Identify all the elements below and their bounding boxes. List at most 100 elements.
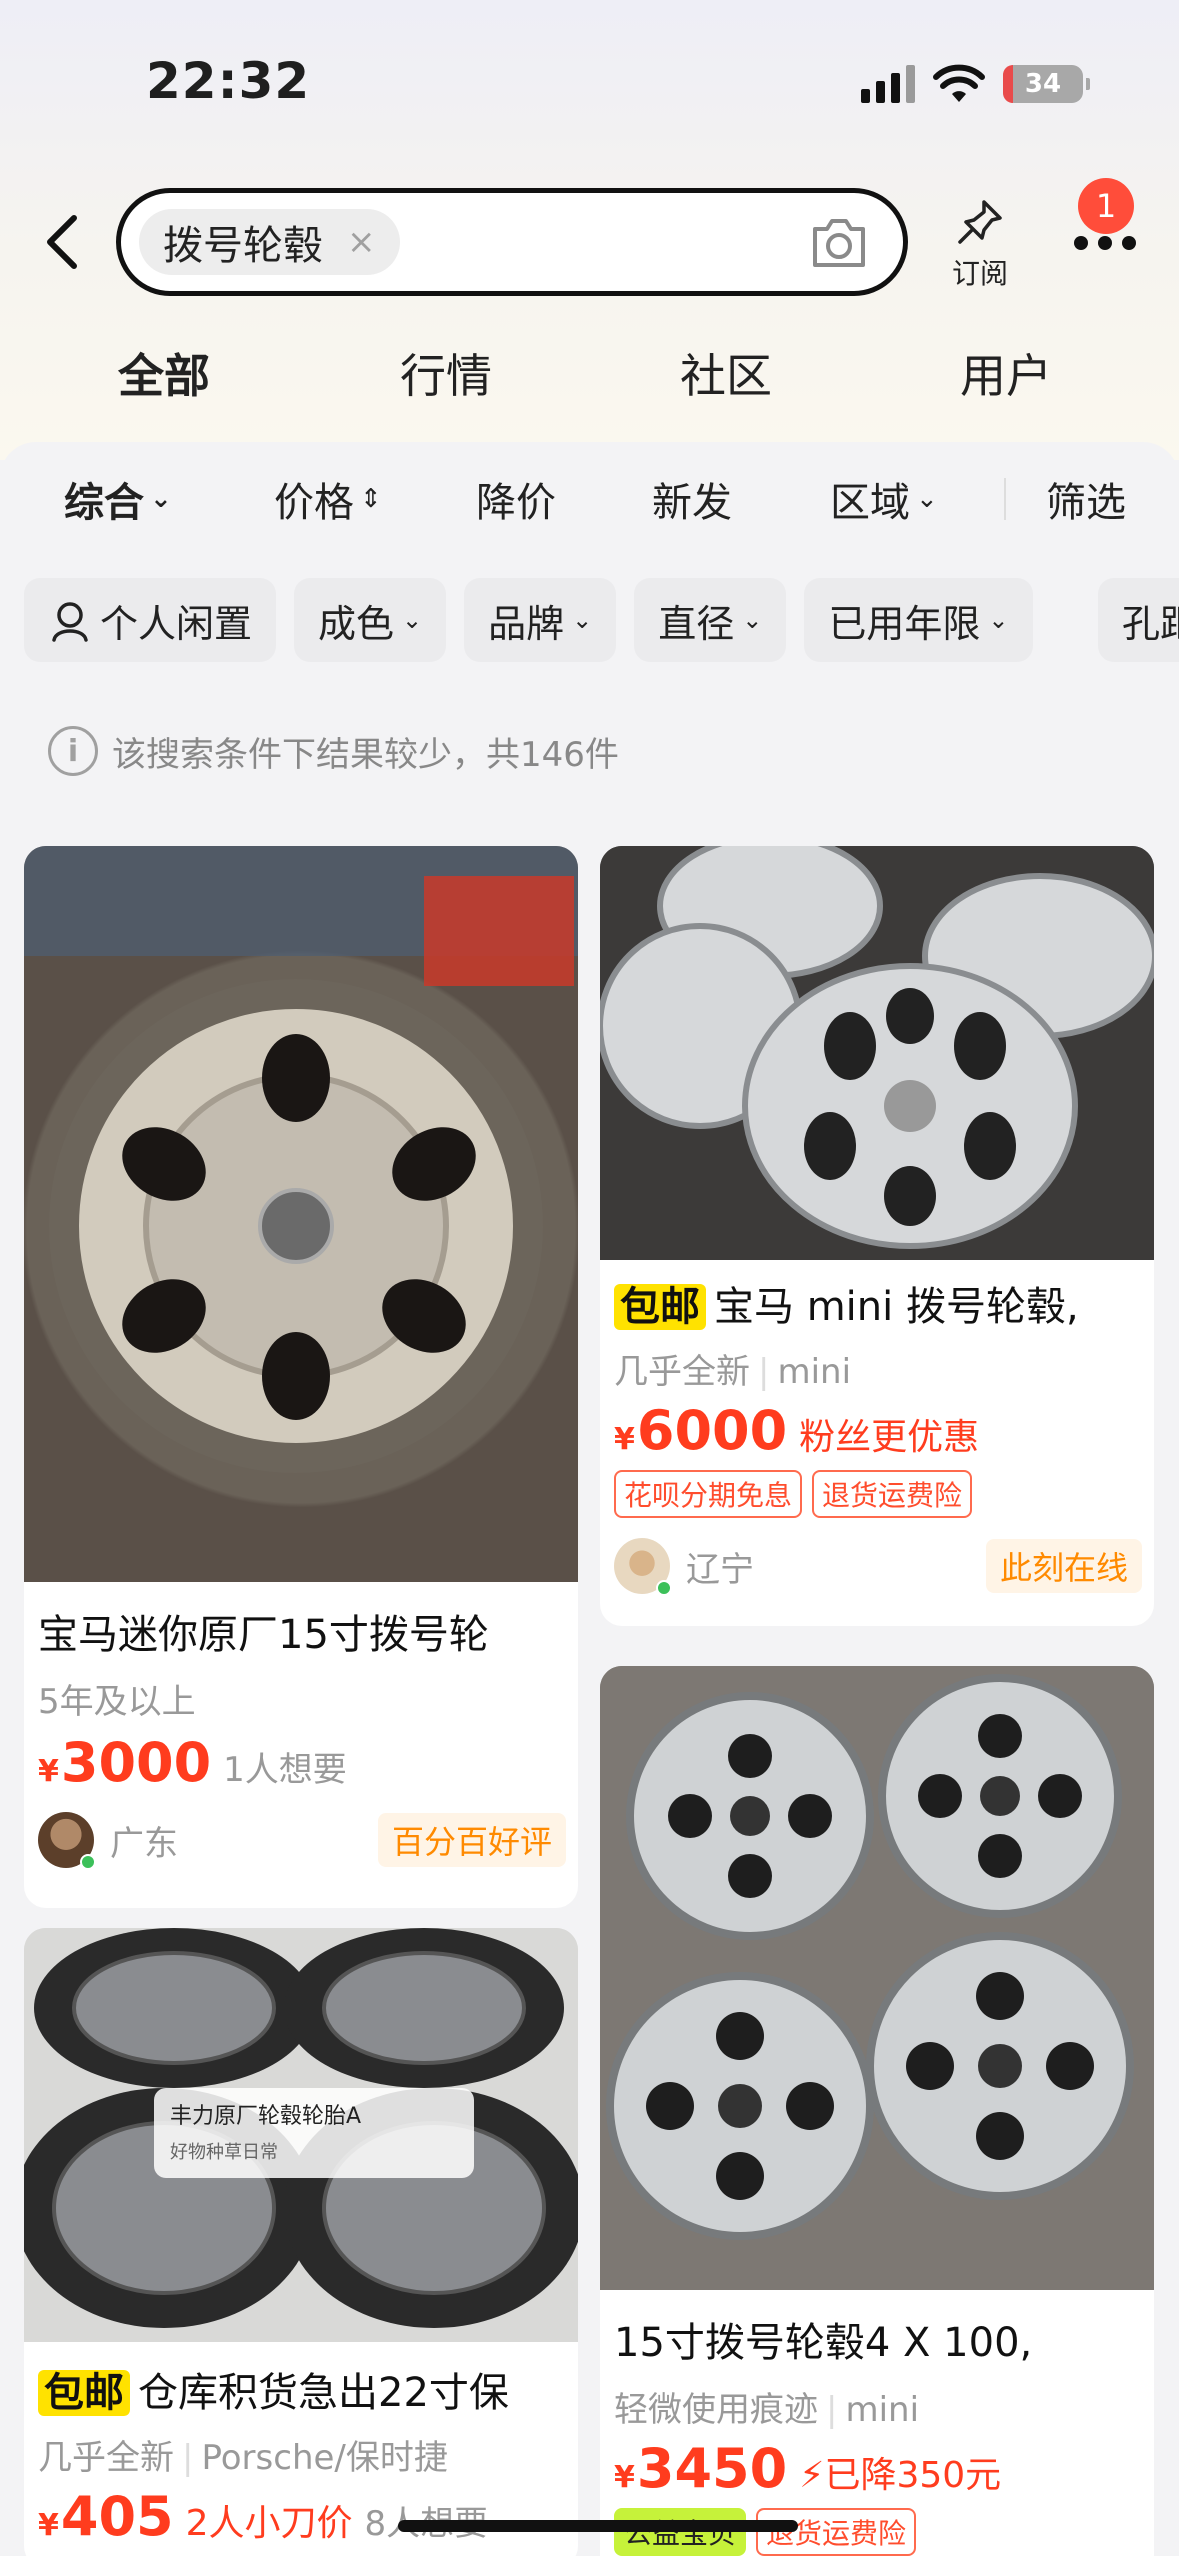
- product-tag: Porsche/保时捷: [201, 2438, 448, 2478]
- search-query-chip[interactable]: 拨号轮毂 ×: [139, 209, 400, 275]
- seller-location: 广东: [110, 1823, 178, 1864]
- divider: [1004, 478, 1006, 520]
- tab-all[interactable]: 全部: [114, 340, 214, 406]
- free-shipping-badge: 包邮: [614, 1284, 706, 1330]
- sort-updown-icon: ⇕: [360, 484, 382, 514]
- filter-condition[interactable]: 成色 ⌄: [294, 578, 447, 662]
- battery-icon: 34: [1003, 65, 1090, 103]
- status-icons: 34: [861, 64, 1090, 104]
- promo-tags: 公益宝贝 退货运费险: [600, 2508, 1154, 2556]
- more-menu-icon[interactable]: [1074, 236, 1136, 250]
- seller-row: 广东 百分百好评: [24, 1812, 578, 1870]
- sort-price-label: 价格: [274, 480, 354, 526]
- filter-bolt-pattern[interactable]: 孔距: [1098, 578, 1179, 662]
- product-price: 6000: [636, 1399, 788, 1462]
- wheel-image: [600, 1666, 1154, 2290]
- clear-chip-icon[interactable]: ×: [347, 222, 376, 262]
- home-indicator: [398, 2520, 798, 2532]
- filter-personal[interactable]: 个人闲置: [24, 578, 277, 662]
- avatar[interactable]: [614, 1538, 672, 1596]
- product-price: 3450: [636, 2437, 788, 2500]
- seller-location: 辽宁: [686, 1549, 754, 1590]
- currency-symbol: ¥: [38, 1754, 59, 1789]
- sort-region[interactable]: 区域 ⌄: [830, 470, 938, 528]
- filter-diameter[interactable]: 直径 ⌄: [634, 578, 787, 662]
- filter-label: 筛选: [1046, 480, 1126, 526]
- product-card[interactable]: 包邮 宝马 mini 拨号轮毂, 几乎全新 | mini ¥ 6000 粉丝更优惠 花…: [600, 846, 1154, 1626]
- product-tags: 轻微使用痕迹 | mini: [614, 2390, 920, 2430]
- filter-brand-label: 品牌: [488, 601, 565, 646]
- chevron-down-icon: ⌄: [150, 484, 172, 514]
- product-card[interactable]: 丰力原厂轮毂轮胎A 好物种草日常 包邮 仓库积货急出22寸保 几乎全新 | Porsc…: [24, 1928, 578, 2556]
- chevron-down-icon: ⌄: [988, 606, 1009, 634]
- tab-community[interactable]: 社区: [680, 340, 772, 406]
- camera-icon[interactable]: [809, 215, 869, 271]
- search-input[interactable]: 拨号轮毂 ×: [116, 188, 908, 296]
- sort-comprehensive-label: 综合: [64, 480, 144, 526]
- currency-symbol: ¥: [38, 2508, 59, 2543]
- battery-level: 34: [1024, 69, 1062, 99]
- info-icon: i: [48, 726, 98, 776]
- product-title: 15寸拨号轮毂4 X 100,: [614, 2320, 1033, 2366]
- product-tags: 几乎全新 | mini: [614, 1352, 852, 1392]
- overlay-title: 丰力原厂轮毂轮胎A: [170, 2104, 362, 2129]
- product-tag: mini: [777, 1352, 852, 1392]
- sort-price[interactable]: 价格 ⇕: [274, 470, 382, 528]
- currency-symbol: ¥: [614, 1422, 635, 1457]
- tab-users[interactable]: 用户: [960, 340, 1052, 406]
- online-dot: [80, 1854, 96, 1870]
- back-icon[interactable]: [40, 212, 84, 272]
- image-overlay-label: 丰力原厂轮毂轮胎A 好物种草日常: [154, 2088, 474, 2178]
- filter-years-label: 已用年限: [828, 601, 981, 646]
- product-image: [24, 846, 578, 1582]
- product-price: 405: [60, 2485, 174, 2548]
- sort-comprehensive[interactable]: 综合 ⌄: [64, 470, 172, 528]
- promo-tag: 退货运费险: [756, 2508, 917, 2556]
- filter-personal-label: 个人闲置: [100, 601, 253, 646]
- product-title: 宝马迷你原厂15寸拨号轮: [38, 1612, 489, 1658]
- search-query-text: 拨号轮毂: [163, 223, 323, 269]
- product-price-row: ¥ 3000 1人想要: [24, 1731, 578, 1794]
- signal-icon: [861, 65, 915, 103]
- sort-price-drop-label: 降价: [476, 480, 556, 526]
- price-drop-text: 已降350元: [824, 2455, 1002, 2496]
- chevron-down-icon: ⌄: [402, 606, 423, 634]
- wheel-image: [24, 846, 578, 1473]
- sort-new-label: 新发: [652, 480, 732, 526]
- product-title-row: 包邮 仓库积货急出22寸保: [24, 2360, 578, 2418]
- product-title: 宝马 mini 拨号轮毂,: [714, 1284, 1079, 1330]
- product-tag: 几乎全新: [614, 1352, 750, 1392]
- subscribe-label: 订阅: [951, 257, 1008, 290]
- product-card[interactable]: 15寸拨号轮毂4 X 100, 轻微使用痕迹 | mini ¥ 3450 ⚡已降35…: [600, 1666, 1154, 2556]
- filter-years-used[interactable]: 已用年限 ⌄: [804, 578, 1033, 662]
- product-image: [600, 1666, 1154, 2290]
- seller-badge: 百分百好评: [377, 1813, 566, 1867]
- filter-button[interactable]: 筛选: [1046, 470, 1126, 528]
- filter-bolt-label: 孔距: [1122, 601, 1179, 646]
- filter-brand[interactable]: 品牌 ⌄: [464, 578, 617, 662]
- pin-icon: [958, 200, 1002, 244]
- product-card[interactable]: 宝马迷你原厂15寸拨号轮 5年及以上 ¥ 3000 1人想要 广东 百分百好评: [24, 846, 578, 1908]
- promo-tag: 退货运费险: [812, 1470, 973, 1518]
- person-icon: [52, 602, 88, 642]
- sort-region-label: 区域: [830, 480, 910, 526]
- avatar[interactable]: [38, 1812, 96, 1870]
- notification-badge: 1: [1078, 178, 1134, 234]
- online-dot: [656, 1580, 672, 1596]
- promo-tag: 花呗分期免息: [614, 1470, 803, 1518]
- filter-pills: 个人闲置 成色 ⌄ 品牌 ⌄ 直径 ⌄ 已用年限 ⌄: [24, 578, 1033, 662]
- sort-new[interactable]: 新发: [652, 470, 732, 528]
- price-drop: ⚡已降350元: [799, 2446, 1001, 2498]
- result-notice: i 该搜索条件下结果较少，共146件: [48, 726, 619, 776]
- product-price-row: ¥ 3450 ⚡已降350元: [600, 2437, 1154, 2500]
- subscribe-button[interactable]: 订阅: [940, 198, 1020, 292]
- result-notice-text: 该搜索条件下结果较少，共146件: [112, 734, 619, 775]
- tab-market[interactable]: 行情: [400, 340, 492, 406]
- want-count: 1人想要: [223, 1750, 347, 1790]
- product-price: 3000: [60, 1731, 212, 1794]
- product-title-row: 包邮 宝马 mini 拨号轮毂,: [600, 1274, 1154, 1332]
- product-image: 丰力原厂轮毂轮胎A 好物种草日常: [24, 1928, 578, 2342]
- product-image: [600, 846, 1154, 1260]
- status-time: 22:32: [146, 52, 311, 110]
- sort-price-drop[interactable]: 降价: [476, 470, 556, 528]
